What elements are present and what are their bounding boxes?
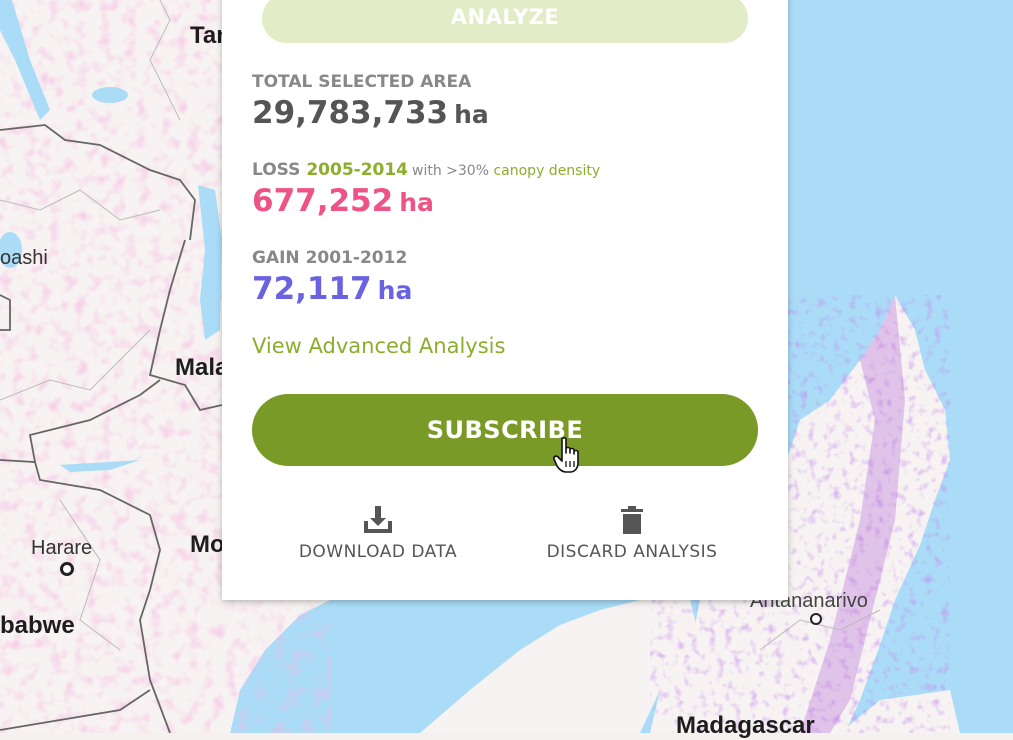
loss-years[interactable]: 2005-2014 <box>306 160 408 180</box>
country-label-mozambique: Mo <box>190 531 225 558</box>
city-marker-harare <box>60 562 74 576</box>
city-label-harare: Harare <box>31 537 93 559</box>
country-label-tanzania: Tar <box>190 22 226 49</box>
trash-icon <box>621 506 643 534</box>
hand-cursor-icon <box>553 437 579 473</box>
loss-qualifier: with >30% <box>412 163 490 179</box>
loss-number: 677,252 <box>252 183 394 219</box>
view-advanced-analysis-link[interactable]: View Advanced Analysis <box>252 334 505 358</box>
analyze-button[interactable]: ANALYZE <box>262 0 748 43</box>
gain-label: GAIN 2001-2012 <box>252 248 408 268</box>
total-area-value: 29,783,733 ha <box>252 95 489 131</box>
total-area-unit: ha <box>454 100 489 129</box>
loss-unit: ha <box>399 188 434 217</box>
city-label-lubumbashi: oashi <box>0 247 48 269</box>
discard-analysis-label: DISCARD ANALYSIS <box>546 542 718 562</box>
subscribe-button[interactable]: SUBSCRIBE <box>252 394 758 466</box>
gain-number: 72,117 <box>252 271 372 307</box>
country-label-zimbabwe: babwe <box>0 612 75 639</box>
gain-unit: ha <box>377 276 413 305</box>
total-area-label: TOTAL SELECTED AREA <box>252 72 472 92</box>
loss-label-text: LOSS <box>252 160 301 180</box>
download-icon <box>364 506 392 533</box>
discard-analysis-button[interactable]: DISCARD ANALYSIS <box>512 506 752 562</box>
gain-value: 72,117 ha <box>252 271 412 307</box>
loss-label: LOSS 2005-2014 with >30% canopy density <box>252 160 600 180</box>
loss-value: 677,252 ha <box>252 183 434 219</box>
download-data-button[interactable]: DOWNLOAD DATA <box>258 506 498 562</box>
analysis-panel: ANALYZE TOTAL SELECTED AREA 29,783,733 ha… <box>222 0 788 600</box>
lake <box>92 87 128 103</box>
country-label-malawi: Mala <box>175 354 229 381</box>
total-area-number: 29,783,733 <box>252 95 449 131</box>
download-data-label: DOWNLOAD DATA <box>298 542 458 562</box>
city-marker-antananarivo <box>810 613 822 625</box>
country-label-madagascar: Madagascar <box>676 712 815 739</box>
canopy-density-link[interactable]: canopy density <box>493 163 600 179</box>
